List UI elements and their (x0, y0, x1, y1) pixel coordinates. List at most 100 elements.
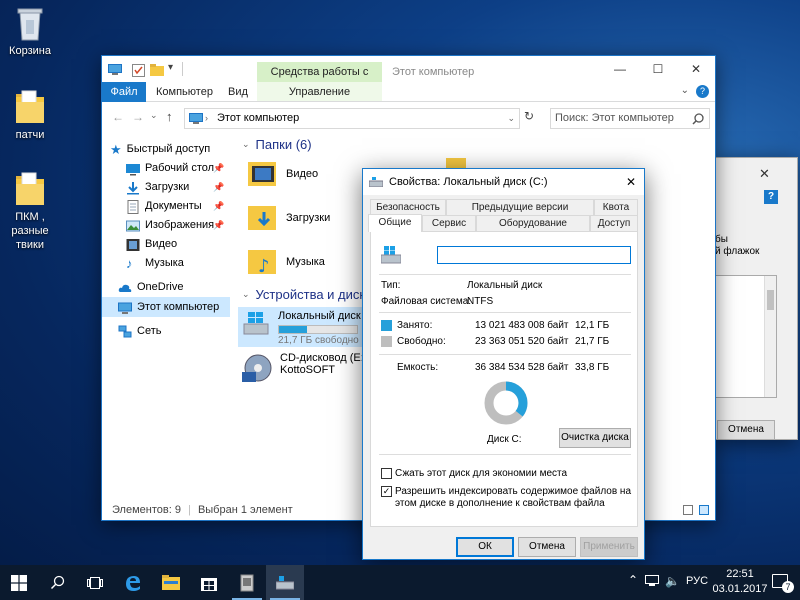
nav-downloads[interactable]: Загрузки (126, 178, 189, 197)
desktop-icon (126, 162, 140, 176)
breadcrumb-separator-icon[interactable]: › (205, 109, 208, 128)
nav-documents[interactable]: Документы (126, 197, 202, 216)
taskbar-explorer[interactable] (152, 565, 190, 600)
close-icon[interactable]: ✕ (677, 56, 715, 82)
pin-icon[interactable]: 📌 (213, 163, 224, 174)
new-folder-icon[interactable] (150, 64, 164, 76)
nav-videos[interactable]: Видео (126, 235, 177, 254)
compress-label[interactable]: Сжать этот диск для экономии места (395, 468, 567, 479)
tab-security[interactable]: Безопасность (370, 199, 446, 215)
language-indicator[interactable]: РУС (686, 575, 708, 587)
disk-label: Диск C: (487, 434, 522, 445)
folder-item-downloads[interactable]: Загрузки (246, 202, 330, 234)
refresh-button[interactable]: ↻ (524, 109, 534, 123)
nav-network[interactable]: Сеть (118, 322, 161, 341)
task-view-button[interactable] (76, 565, 114, 600)
pin-icon[interactable]: 📌 (213, 220, 224, 231)
music-folder-icon: ♪ (246, 246, 278, 278)
large-icons-view-icon[interactable] (699, 505, 709, 515)
desktop-icon-tweaks[interactable]: ПКМ , разные твики (0, 170, 62, 252)
tab-general[interactable]: Общие (368, 214, 422, 232)
compress-checkbox[interactable] (381, 468, 392, 479)
tab-sharing[interactable]: Доступ (590, 215, 638, 231)
properties-icon[interactable] (132, 64, 145, 77)
search-button[interactable] (38, 565, 76, 600)
tab-previous-versions[interactable]: Предыдущие версии (446, 199, 594, 215)
tab-computer[interactable]: Компьютер (156, 82, 213, 102)
search-input[interactable]: Поиск: Этот компьютер (550, 108, 710, 129)
desktop-icon-patches[interactable]: патчи (0, 88, 62, 142)
index-label[interactable]: Разрешить индексировать содержимое файло… (395, 486, 635, 510)
close-icon[interactable]: ✕ (759, 166, 770, 182)
taskbar-store[interactable] (190, 565, 228, 600)
apply-button[interactable]: Применить (580, 537, 638, 557)
help-icon[interactable]: ? (764, 190, 778, 204)
dialog-list[interactable] (715, 275, 777, 398)
tab-quota[interactable]: Квота (594, 199, 638, 215)
network-tray-icon[interactable] (645, 575, 659, 587)
cloud-icon (118, 281, 132, 295)
back-button[interactable]: ← (112, 110, 124, 124)
ok-button[interactable]: ОК (456, 537, 514, 557)
filesystem-value: NTFS (467, 296, 494, 307)
folder-item-video[interactable]: Видео (246, 158, 318, 190)
forward-button[interactable]: → (132, 110, 144, 124)
nav-quick-access[interactable]: ★ Быстрый доступ (110, 140, 210, 159)
video-icon (126, 238, 140, 252)
desktop-icon-recycle-bin[interactable]: Корзина (0, 4, 62, 58)
capacity-gb: 33,8 ГБ (575, 362, 610, 373)
cancel-button[interactable]: Отмена (518, 537, 576, 557)
details-view-icon[interactable] (683, 505, 693, 515)
taskbar-drive-properties[interactable] (266, 565, 304, 600)
chevron-down-icon[interactable]: ⌄ (507, 109, 515, 128)
folders-group-header[interactable]: ⌄ Папки (6) (242, 137, 312, 152)
clock-date[interactable]: 03.01.2017 (712, 583, 768, 595)
nav-this-pc[interactable]: Этот компьютер (118, 298, 219, 317)
window-title: Этот компьютер (392, 66, 475, 78)
drive-item-e[interactable]: CD-дисковод (E:) W KottoSOFT (242, 352, 381, 384)
maximize-icon[interactable]: ☐ (639, 56, 677, 82)
quick-access-toolbar-dropdown-icon[interactable]: ▾ (168, 62, 173, 73)
minimize-icon[interactable]: — (601, 56, 639, 82)
close-icon[interactable]: ✕ (626, 169, 636, 195)
cancel-button[interactable]: Отмена (717, 420, 775, 440)
used-label: Занято: (397, 320, 433, 331)
address-bar[interactable]: › Этот компьютер ⌄ (184, 108, 520, 129)
start-button[interactable] (0, 565, 38, 600)
up-button[interactable]: ↑ (166, 109, 173, 124)
type-label: Тип: (381, 280, 401, 291)
scrollbar[interactable] (764, 276, 776, 397)
nav-pictures[interactable]: Изображения (126, 216, 214, 235)
desktop-icon-label: ПКМ , разные твики (11, 211, 49, 251)
nav-music[interactable]: ♪ Музыка (126, 254, 184, 273)
background-dialog-window[interactable]: ✕ ? бы й флажок Отмена (714, 157, 798, 440)
tab-manage[interactable]: Управление (257, 82, 382, 102)
computer-icon (108, 64, 122, 76)
taskbar-app[interactable] (228, 565, 266, 600)
tab-file[interactable]: Файл (102, 82, 146, 102)
nav-onedrive[interactable]: OneDrive (118, 278, 183, 297)
properties-dialog[interactable]: Свойства: Локальный диск (C:) ✕ Безопасн… (362, 168, 645, 560)
tab-view[interactable]: Вид (228, 82, 248, 102)
help-icon[interactable]: ? (696, 85, 709, 98)
index-checkbox[interactable]: ✓ (381, 486, 392, 497)
divider (379, 454, 631, 455)
folder-item-music[interactable]: ♪ Музыка (246, 246, 325, 278)
volume-icon[interactable]: 🔈 (665, 574, 680, 588)
windows-drive-icon (242, 310, 270, 338)
show-hidden-icons-icon[interactable]: ⌃ (628, 573, 638, 587)
taskbar-edge[interactable] (114, 565, 152, 600)
tab-tools[interactable]: Сервис (422, 215, 476, 231)
status-selected: Выбран 1 элемент (197, 504, 293, 516)
ribbon-expand-icon[interactable]: ⌄ (681, 85, 689, 96)
downloads-folder-icon (246, 202, 278, 234)
recent-locations-icon[interactable]: ⌄ (150, 110, 158, 121)
tab-hardware[interactable]: Оборудование (476, 215, 590, 231)
breadcrumb[interactable]: Этот компьютер (217, 112, 299, 124)
drive-label-input[interactable] (437, 246, 631, 264)
disk-cleanup-button[interactable]: Очистка диска (559, 428, 631, 448)
clock-time[interactable]: 22:51 (718, 568, 762, 580)
pin-icon[interactable]: 📌 (213, 182, 224, 193)
pin-icon[interactable]: 📌 (213, 201, 224, 212)
nav-desktop[interactable]: Рабочий стол (126, 159, 214, 178)
